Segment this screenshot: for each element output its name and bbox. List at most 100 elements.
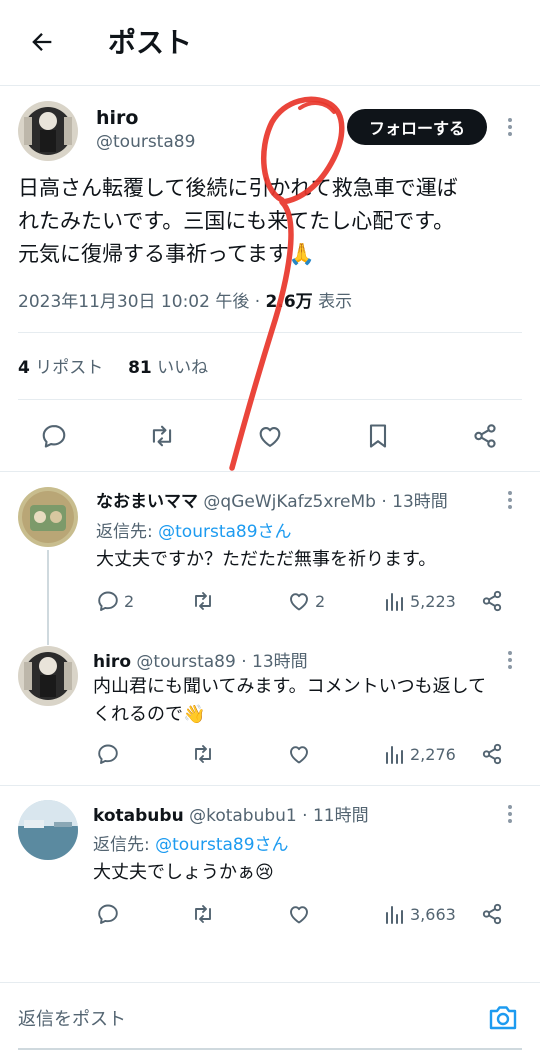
like-count: 2 bbox=[315, 591, 326, 611]
avatar[interactable] bbox=[18, 101, 78, 161]
divider bbox=[0, 785, 540, 786]
views-button[interactable]: 5,223 bbox=[384, 589, 456, 613]
heart-icon bbox=[259, 427, 281, 447]
reply-icon bbox=[98, 904, 118, 924]
post-text: 日高さん転覆して後続に引かれて救急車で運ば れたみたいです。三国にも来てたし心配… bbox=[18, 172, 523, 271]
reply-to-mention[interactable]: @toursta89さん bbox=[158, 522, 291, 542]
repost-icon bbox=[152, 425, 172, 447]
post-stats: 4 リポスト 81 いいね bbox=[18, 354, 208, 382]
post-text-line: れたみたいです。三国にも来てたし心配です。 bbox=[18, 209, 455, 233]
more-vertical-icon bbox=[508, 118, 512, 136]
more-options-button[interactable] bbox=[500, 488, 520, 512]
divider bbox=[18, 332, 522, 333]
reply-time[interactable]: · 13時間 bbox=[236, 652, 307, 672]
reposts-label: リポスト bbox=[29, 358, 104, 378]
bar-chart-icon bbox=[386, 746, 403, 764]
views-label: 表示 bbox=[312, 292, 353, 312]
reply-text-line: くれるので👋 bbox=[93, 704, 206, 725]
like-button[interactable] bbox=[287, 902, 311, 926]
reply-count: 2 bbox=[124, 591, 135, 611]
likes-label: いいね bbox=[151, 358, 209, 378]
thread-line bbox=[47, 550, 49, 645]
divider bbox=[0, 471, 540, 472]
reply-time[interactable]: · 13時間 bbox=[376, 492, 447, 512]
compose-underline bbox=[18, 1048, 522, 1050]
repost-button[interactable] bbox=[146, 421, 178, 451]
reply-icon bbox=[42, 425, 66, 448]
reply-author-handle[interactable]: @kotabubu1 bbox=[189, 806, 297, 826]
reply-text-line: 大丈夫ですか？ただただ無事を祈ります。 bbox=[96, 549, 437, 570]
avatar[interactable] bbox=[18, 800, 78, 860]
views-count: 2,276 bbox=[410, 744, 456, 764]
reply-button[interactable] bbox=[38, 421, 70, 451]
reply-button[interactable] bbox=[96, 902, 120, 926]
reply-author-handle[interactable]: @toursta89 bbox=[136, 652, 235, 672]
reply-icon bbox=[98, 744, 118, 764]
more-options-button[interactable] bbox=[500, 648, 520, 672]
heart-icon bbox=[290, 906, 308, 924]
share-icon bbox=[482, 903, 502, 925]
like-button[interactable]: 2 bbox=[287, 589, 325, 613]
repost-icon bbox=[195, 745, 211, 763]
bookmark-button[interactable] bbox=[362, 421, 394, 451]
likes-count: 81 bbox=[128, 358, 152, 378]
repost-button[interactable] bbox=[190, 742, 216, 766]
post-meta: 2023年11月30日 10:02 午後 · 2.6万 表示 bbox=[18, 288, 352, 316]
like-button[interactable] bbox=[287, 742, 311, 766]
reply-compose-input[interactable]: 返信をポスト bbox=[18, 1005, 126, 1031]
reply-time[interactable]: · 11時間 bbox=[297, 806, 368, 826]
camera-icon bbox=[489, 1006, 517, 1030]
share-button[interactable] bbox=[480, 742, 504, 766]
share-icon bbox=[482, 590, 502, 612]
views-button[interactable]: 2,276 bbox=[384, 742, 456, 766]
views-count: 5,223 bbox=[410, 591, 456, 611]
author-name[interactable]: hiro bbox=[96, 107, 138, 129]
more-options-button[interactable] bbox=[500, 115, 520, 139]
views-count: 3,663 bbox=[410, 904, 456, 924]
reply-header: kotabubu @kotabubu1 · 11時間 bbox=[93, 801, 369, 826]
reply-to-prefix: 返信先: bbox=[93, 835, 156, 855]
like-button[interactable] bbox=[254, 421, 286, 451]
bar-chart-icon bbox=[386, 593, 403, 611]
share-icon bbox=[482, 743, 502, 765]
reply-to-line: 返信先: @toursta89さん bbox=[93, 830, 289, 855]
divider bbox=[18, 399, 522, 400]
share-button[interactable] bbox=[469, 421, 501, 451]
repost-icon bbox=[195, 905, 211, 923]
views-button[interactable]: 3,663 bbox=[384, 902, 456, 926]
reply-author-name[interactable]: hiro bbox=[93, 652, 131, 672]
views-count: 2.6万 bbox=[265, 292, 313, 312]
bar-chart-icon bbox=[386, 906, 403, 924]
bookmark-icon bbox=[369, 424, 387, 448]
reply-text-line: 大丈夫でしょうかぁ😢 bbox=[93, 862, 274, 883]
back-button[interactable] bbox=[24, 24, 60, 60]
share-button[interactable] bbox=[480, 902, 504, 926]
reply-author-handle[interactable]: @qGeWjKafz5xreMb bbox=[203, 492, 376, 512]
share-icon bbox=[474, 424, 496, 448]
reply-to-mention[interactable]: @toursta89さん bbox=[155, 835, 288, 855]
reply-button[interactable]: 2 bbox=[96, 589, 134, 613]
reposts-stat[interactable]: 4 リポスト bbox=[18, 358, 103, 378]
reply-text-line: 内山君にも聞いてみます。コメントいつも返して bbox=[93, 676, 487, 697]
post-text-line: 元気に復帰する事祈ってます🙏 bbox=[18, 242, 316, 266]
repost-button[interactable] bbox=[190, 902, 216, 926]
follow-button[interactable]: フォローする bbox=[347, 109, 487, 145]
share-button[interactable] bbox=[480, 589, 504, 613]
more-vertical-icon bbox=[508, 651, 512, 669]
reply-button[interactable] bbox=[96, 742, 120, 766]
likes-stat[interactable]: 81 いいね bbox=[128, 358, 208, 378]
reply-author-name[interactable]: なおまいママ bbox=[96, 492, 198, 512]
reply-header: hiro @toursta89 · 13時間 bbox=[93, 647, 308, 672]
author-handle[interactable]: @toursta89 bbox=[96, 132, 195, 152]
camera-button[interactable] bbox=[487, 1003, 519, 1037]
page-title: ポスト bbox=[108, 26, 193, 59]
avatar[interactable] bbox=[18, 646, 78, 706]
more-options-button[interactable] bbox=[500, 802, 520, 826]
avatar[interactable] bbox=[18, 487, 78, 547]
reply-author-name[interactable]: kotabubu bbox=[93, 806, 184, 826]
heart-icon bbox=[290, 746, 308, 764]
repost-icon bbox=[195, 592, 211, 610]
reply-header: なおまいママ @qGeWjKafz5xreMb · 13時間 bbox=[96, 487, 448, 512]
post-datetime[interactable]: 2023年11月30日 10:02 午後 · bbox=[18, 292, 266, 312]
repost-button[interactable] bbox=[190, 589, 216, 613]
